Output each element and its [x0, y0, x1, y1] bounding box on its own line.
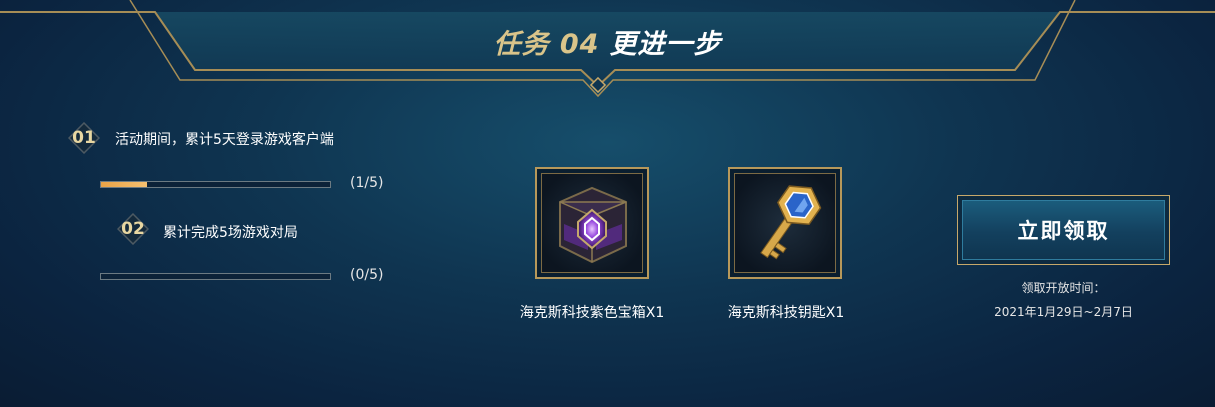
task-number-label: 任务 04 — [493, 29, 600, 60]
claim-open-time-label: 领取开放时间： — [1021, 281, 1106, 295]
progress-bar — [100, 181, 331, 188]
claim-button-label: 立即领取 — [962, 200, 1165, 260]
step-number: 02 — [121, 219, 145, 239]
claim-open-time-range: 2021年1月29日~2月7日 — [994, 305, 1133, 319]
progress-bar — [100, 273, 331, 280]
task-title: 任务 04 更进一步 — [0, 22, 1215, 61]
task-description: 累计完成5场游戏对局 — [163, 225, 298, 241]
hextech-key-icon — [760, 185, 822, 260]
reward-item-key — [728, 167, 842, 279]
claim-now-button[interactable]: 立即领取 — [957, 195, 1170, 265]
step-badge-01: 01 — [68, 122, 100, 154]
reward-name: 海克斯科技钥匙X1 — [727, 305, 845, 321]
step-number: 01 — [72, 128, 96, 148]
purple-hextech-chest-icon — [559, 186, 627, 264]
task-description: 活动期间，累计5天登录游戏客户端 — [115, 132, 334, 148]
progress-bar-fill — [101, 182, 147, 187]
progress-count: (1/5) — [350, 175, 384, 191]
step-badge-02: 02 — [117, 213, 149, 245]
progress-count: (0/5) — [350, 267, 384, 283]
reward-name: 海克斯科技紫色宝箱X1 — [519, 305, 665, 321]
reward-item-chest — [535, 167, 649, 279]
task-name: 更进一步 — [609, 29, 722, 60]
